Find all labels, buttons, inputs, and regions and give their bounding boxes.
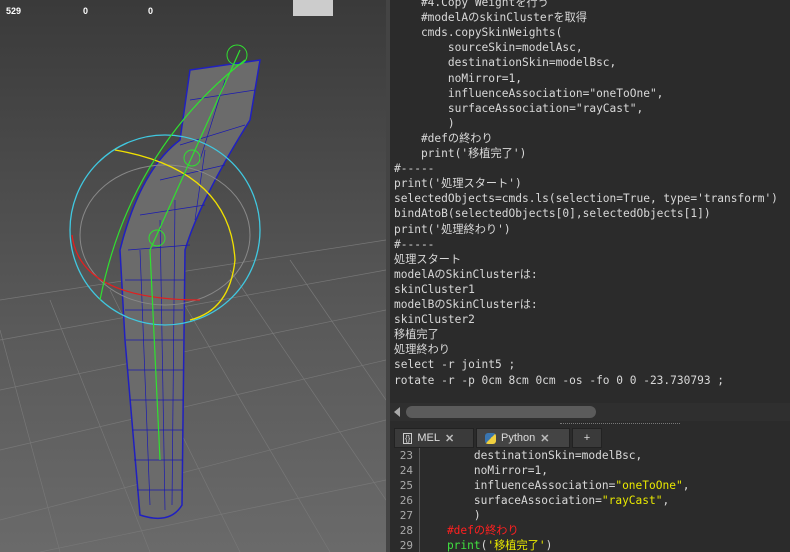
line-number: 29 — [399, 539, 413, 552]
plus-icon: + — [583, 432, 591, 444]
script-output-history[interactable]: #4.Copy Weightを行う #modelAのskinClusterを取得… — [390, 0, 790, 402]
output-line: #----- — [394, 237, 435, 251]
line-number: 28 — [399, 524, 413, 537]
view-cube[interactable] — [293, 0, 333, 16]
output-line: destinationSkin=modelBsc, — [394, 56, 617, 70]
pane-resize-grip[interactable] — [560, 423, 680, 424]
output-line: sourceSkin=modelAsc, — [394, 41, 583, 55]
output-line: 移植完了 — [394, 328, 439, 342]
hud-value-2: 0 — [83, 6, 89, 16]
output-line: select -r joint5 ; — [394, 358, 516, 372]
output-line: #----- — [394, 162, 435, 176]
hud-value-1: 529 — [6, 6, 22, 16]
code-line: print('移植完了') — [420, 539, 553, 552]
code-line: ) — [420, 509, 481, 522]
output-line: influenceAssociation="oneToOne", — [394, 86, 664, 100]
output-line: skinCluster2 — [394, 313, 475, 327]
line-number: 23 — [399, 449, 413, 462]
3d-viewport[interactable]: 529 0 0 — [0, 0, 386, 552]
code-line: influenceAssociation="oneToOne", — [420, 479, 690, 492]
code-line: noMirror=1, — [420, 464, 548, 477]
line-number: 26 — [399, 494, 413, 507]
tab-python[interactable]: Python ✕ — [476, 428, 570, 448]
tab-label: MEL — [417, 432, 440, 444]
close-icon[interactable]: ✕ — [445, 432, 454, 445]
script-tabs: {} MEL ✕ Python ✕ + — [390, 426, 790, 448]
output-line: skinCluster1 — [394, 282, 475, 296]
scrollbar-thumb[interactable] — [406, 406, 596, 418]
output-line: modelBのSkinClusterは: — [394, 298, 538, 311]
output-line: #modelAのskinClusterを取得 — [394, 11, 587, 25]
output-line: print('処理終わり') — [394, 222, 511, 236]
tab-label: Python — [501, 432, 536, 444]
hud-value-3: 0 — [148, 6, 154, 16]
python-icon — [485, 432, 496, 444]
horizontal-scrollbar[interactable] — [390, 403, 790, 421]
output-line: #defの終わり — [394, 131, 493, 145]
ground-grid — [0, 239, 386, 552]
line-number-gutter: 23 24 25 26 27 28 29 — [390, 448, 420, 552]
output-line: noMirror=1, — [394, 71, 522, 85]
output-line: #4.Copy Weightを行う — [394, 0, 549, 9]
output-line: bindAtoB(selectedObjects[0],selectedObje… — [394, 207, 711, 221]
output-line: 処理スタート — [394, 252, 462, 266]
tab-mel[interactable]: {} MEL ✕ — [394, 428, 474, 448]
output-line: ) — [394, 116, 455, 130]
code-line: #defの終わり — [420, 524, 519, 537]
close-icon[interactable]: ✕ — [540, 432, 549, 445]
output-line: print('処理スタート') — [394, 177, 522, 191]
line-number: 27 — [399, 509, 413, 522]
line-number: 25 — [399, 479, 413, 492]
code-line: surfaceAssociation="rayCast", — [420, 494, 670, 507]
add-tab-button[interactable]: + — [572, 428, 602, 448]
mel-icon: {} — [403, 432, 413, 444]
output-line: cmds.copySkinWeights( — [394, 26, 563, 40]
script-input-editor[interactable]: 23 24 25 26 27 28 29 destinationSkin=modelBsc,… — [390, 448, 790, 552]
output-line: modelAのSkinClusterは: — [394, 267, 538, 281]
output-line: selectedObjects=cmds.ls(selection=True, … — [394, 192, 778, 206]
output-line: 処理終わり — [394, 343, 450, 357]
output-line: print('移植完了') — [394, 147, 527, 160]
output-line: rotate -r -p 0cm 8cm 0cm -os -fo 0 0 -23… — [394, 373, 725, 387]
output-line: surfaceAssociation="rayCast", — [394, 101, 644, 115]
scene — [0, 0, 386, 552]
scroll-left-arrow-icon[interactable] — [394, 407, 400, 417]
line-number: 24 — [399, 464, 413, 477]
code-line: destinationSkin=modelBsc, — [420, 449, 643, 462]
